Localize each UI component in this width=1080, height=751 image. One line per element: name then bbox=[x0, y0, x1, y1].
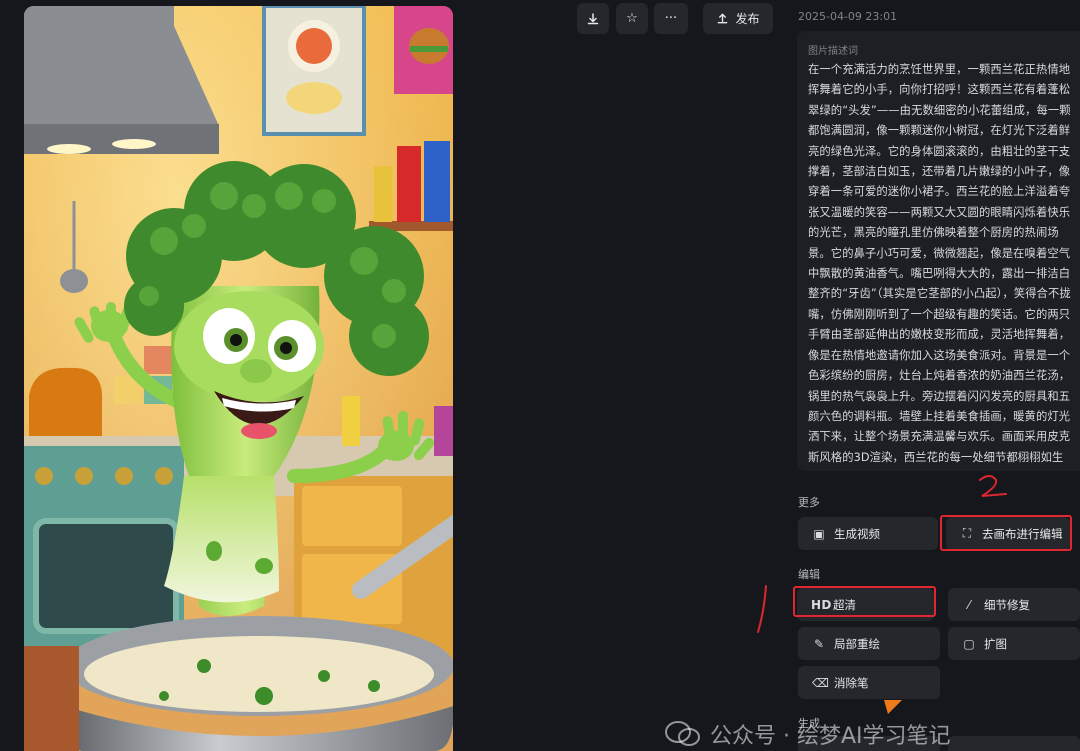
broccoli-illustration bbox=[24, 6, 453, 751]
brush-icon: ✎ bbox=[813, 636, 825, 651]
expand-image-label: 扩图 bbox=[984, 636, 1007, 651]
more-button[interactable]: ··· bbox=[654, 3, 688, 34]
description-text: 在一个充满活力的烹饪世界里，一颗西兰花正热情地挥舞着它的小手，向你打招呼！这颗西… bbox=[808, 63, 1071, 464]
detail-repair-label: 细节修复 bbox=[984, 597, 1030, 612]
wechat-logo-icon bbox=[665, 721, 700, 746]
annotation-box-canvas bbox=[940, 515, 1072, 551]
created-date: 2025-04-09 23:01 bbox=[798, 10, 898, 23]
eraser-button[interactable]: ⌫ 消除笔 bbox=[798, 666, 940, 699]
annotation-mark-1 bbox=[752, 582, 776, 638]
generate-video-button[interactable]: ▣ 生成视频 bbox=[798, 517, 938, 550]
inpaint-label: 局部重绘 bbox=[834, 636, 880, 651]
annotation-box-hd bbox=[793, 586, 936, 617]
annotation-mark-2 bbox=[976, 474, 1010, 500]
description-label: 图片描述词 bbox=[808, 46, 858, 57]
star-icon: ☆ bbox=[626, 11, 638, 26]
eraser-label: 消除笔 bbox=[834, 675, 869, 690]
more-horizontal-icon: ··· bbox=[664, 11, 678, 26]
download-button[interactable] bbox=[577, 3, 609, 34]
expand-icon: ▢ bbox=[963, 636, 975, 651]
favorite-button[interactable]: ☆ bbox=[616, 3, 648, 34]
magic-wand-icon: ⁄ bbox=[967, 597, 970, 612]
download-icon bbox=[587, 12, 599, 24]
upload-icon bbox=[718, 13, 728, 24]
detail-repair-button[interactable]: ⁄ 细节修复 bbox=[948, 588, 1080, 621]
watermark-text: 公众号 · 绘梦AI学习笔记 bbox=[710, 724, 951, 749]
publish-button[interactable]: 发布 bbox=[703, 3, 773, 34]
generated-image[interactable] bbox=[24, 6, 453, 751]
edit-section-title: 编辑 bbox=[798, 568, 820, 581]
expand-image-button[interactable]: ▢ 扩图 bbox=[948, 627, 1080, 660]
more-section-title: 更多 bbox=[798, 496, 820, 509]
generate-video-label: 生成视频 bbox=[834, 526, 880, 541]
watermark-brand-logo bbox=[880, 690, 910, 734]
inpaint-button[interactable]: ✎ 局部重绘 bbox=[798, 627, 940, 660]
video-icon: ▣ bbox=[813, 526, 825, 541]
prompt-description-panel: 图片描述词 在一个充满活力的烹饪世界里，一颗西兰花正热情地挥舞着它的小手，向你打… bbox=[797, 31, 1080, 471]
generate-button-partial-2[interactable] bbox=[948, 736, 1080, 751]
eraser-icon: ⌫ bbox=[812, 675, 829, 690]
publish-label: 发布 bbox=[735, 12, 760, 26]
